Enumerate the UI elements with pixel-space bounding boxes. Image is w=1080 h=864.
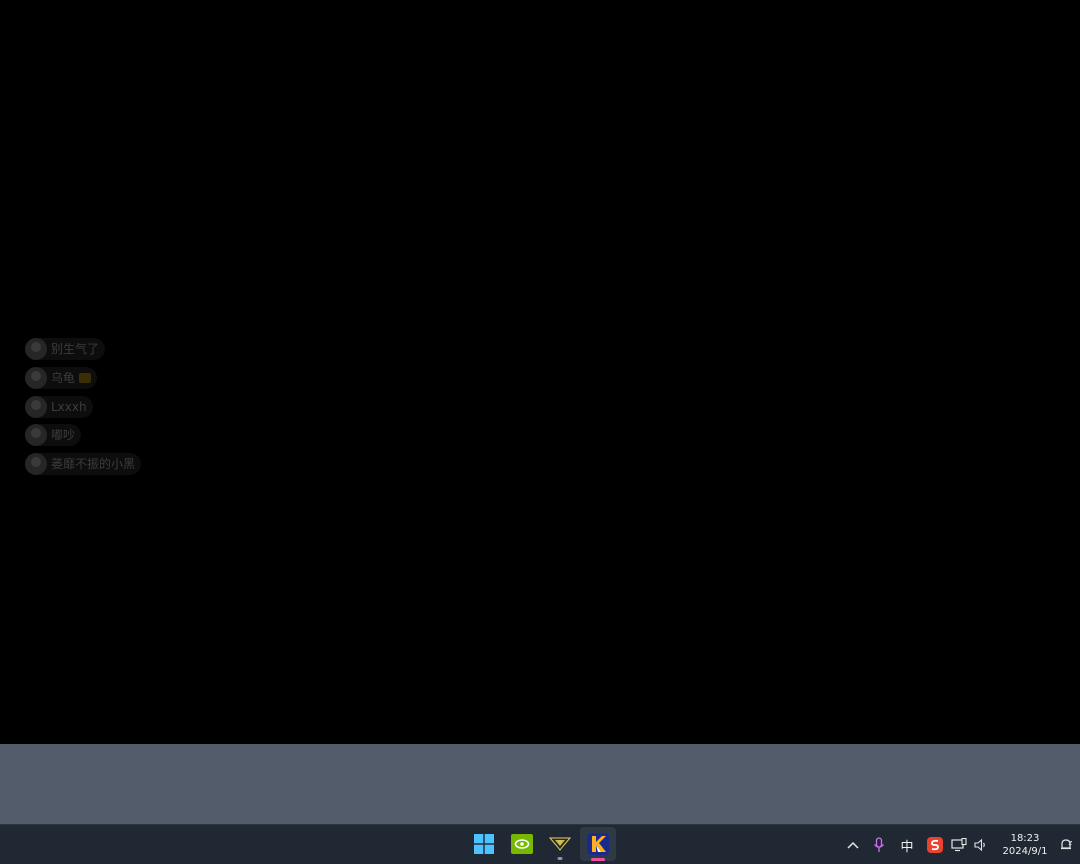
ime-indicator[interactable]: 中 bbox=[892, 830, 922, 860]
member-avatar bbox=[25, 424, 47, 447]
system-tray: 中 18:23 2024/9/1 z bbox=[840, 825, 1080, 864]
party-member: 乌龟 bbox=[25, 366, 98, 389]
party-member: 别生气了 bbox=[25, 338, 106, 360]
member-avatar bbox=[25, 338, 47, 360]
party-member: 嘟吵 bbox=[25, 424, 82, 447]
taskbar: 中 18:23 2024/9/1 z bbox=[0, 824, 1080, 864]
clock-time: 18:23 bbox=[1010, 833, 1040, 844]
member-name: 乌龟 bbox=[51, 370, 76, 385]
member-name: Lxxxh bbox=[51, 399, 87, 414]
show-hidden-icons-button[interactable] bbox=[840, 830, 866, 860]
member-avatar bbox=[25, 395, 47, 418]
network-button[interactable] bbox=[948, 830, 970, 860]
microphone-icon bbox=[873, 837, 885, 852]
volume-button[interactable] bbox=[970, 830, 992, 860]
microphone-button[interactable] bbox=[866, 830, 892, 860]
sogou-input-button[interactable] bbox=[922, 830, 948, 860]
taskbar-launcher-button[interactable] bbox=[542, 827, 578, 861]
svg-text:z: z bbox=[1069, 839, 1073, 847]
member-name: 别生气了 bbox=[51, 342, 100, 356]
taskbar-apps bbox=[466, 827, 616, 861]
member-name: 萎靡不振的小黑 bbox=[51, 457, 136, 472]
member-badge-icon bbox=[79, 372, 92, 383]
notifications-button[interactable]: z bbox=[1054, 830, 1080, 860]
clock-date: 2024/9/1 bbox=[1002, 846, 1048, 857]
game-k-icon bbox=[587, 833, 609, 855]
game-viewport[interactable]: 别生气了 乌龟 Lxxxh 嘟吵 萎靡不振的小黑 bbox=[0, 0, 1080, 744]
speaker-icon bbox=[974, 838, 985, 852]
bell-snooze-icon: z bbox=[1061, 839, 1073, 850]
party-member-list: 别生气了 乌龟 Lxxxh 嘟吵 萎靡不振的小黑 bbox=[25, 338, 142, 482]
taskbar-nvidia-button[interactable] bbox=[504, 827, 540, 861]
active-indicator bbox=[591, 858, 605, 861]
member-avatar bbox=[25, 453, 47, 476]
sogou-icon bbox=[927, 837, 943, 853]
desktop-screen: 别生气了 乌龟 Lxxxh 嘟吵 萎靡不振的小黑 中 18:23 2024/9/… bbox=[0, 0, 1080, 864]
running-indicator bbox=[557, 857, 563, 860]
clock-button[interactable]: 18:23 2024/9/1 bbox=[996, 832, 1054, 858]
windows-logo-icon bbox=[474, 834, 494, 854]
nvidia-icon bbox=[511, 834, 533, 854]
gray-band bbox=[0, 744, 1080, 824]
chevron-up-icon bbox=[847, 841, 859, 849]
member-avatar bbox=[25, 366, 47, 389]
party-member: Lxxxh bbox=[25, 395, 93, 418]
taskbar-game-button[interactable] bbox=[580, 827, 616, 861]
launcher-icon bbox=[549, 837, 571, 851]
member-name: 嘟吵 bbox=[51, 428, 76, 443]
network-icon bbox=[951, 838, 967, 852]
start-button[interactable] bbox=[466, 827, 502, 861]
party-member: 萎靡不振的小黑 bbox=[25, 453, 142, 476]
